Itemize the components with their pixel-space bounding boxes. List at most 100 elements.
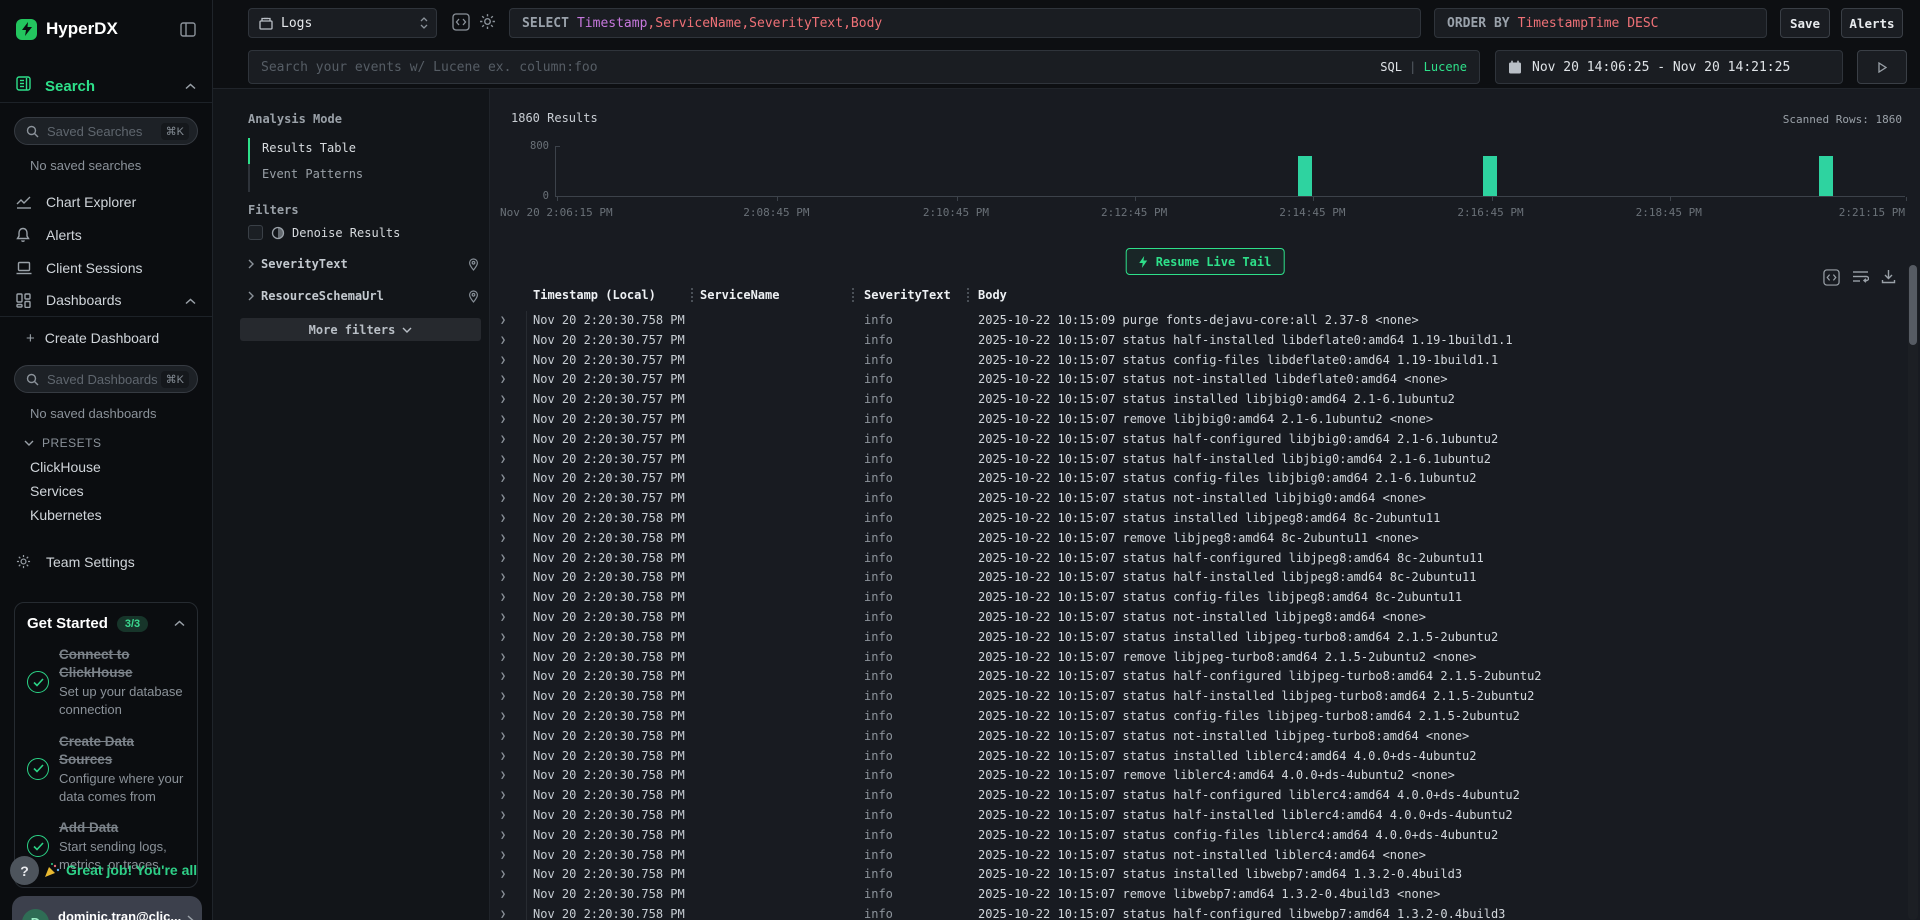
table-row[interactable]: ❯ Nov 20 2:20:30.757 PM info 2025-10-22 … [490,331,1906,351]
mode-event-patterns[interactable]: Event Patterns [262,167,363,181]
time-range-picker[interactable]: Nov 20 14:06:25 - Nov 20 14:21:25 [1495,50,1843,84]
table-row[interactable]: ❯ Nov 20 2:20:30.757 PM info 2025-10-22 … [490,410,1906,430]
table-row[interactable]: ❯ Nov 20 2:20:30.758 PM info 2025-10-22 … [490,786,1906,806]
event-search-box[interactable]: SQL | Lucene [248,50,1480,84]
sidebar-item-dashboards[interactable]: Dashboards [0,284,212,317]
scrollbar-thumb[interactable] [1909,265,1917,345]
table-row[interactable]: ❯ Nov 20 2:20:30.757 PM info 2025-10-22 … [490,489,1906,509]
chart-bar[interactable] [1819,156,1833,196]
col-header-body[interactable]: Body [978,288,1007,302]
table-row[interactable]: ❯ Nov 20 2:20:30.758 PM info 2025-10-22 … [490,727,1906,747]
table-row[interactable]: ❯ Nov 20 2:20:30.758 PM info 2025-10-22 … [490,588,1906,608]
create-dashboard-button[interactable]: + Create Dashboard [0,323,212,353]
table-row[interactable]: ❯ Nov 20 2:20:30.758 PM info 2025-10-22 … [490,509,1906,529]
table-row[interactable]: ❯ Nov 20 2:20:30.758 PM info 2025-10-22 … [490,885,1906,905]
table-row[interactable]: ❯ Nov 20 2:20:30.757 PM info 2025-10-22 … [490,469,1906,489]
row-expand-icon[interactable]: ❯ [500,850,506,861]
table-row[interactable]: ❯ Nov 20 2:20:30.757 PM info 2025-10-22 … [490,450,1906,470]
preset-dashboard-item[interactable]: Services [0,479,212,503]
row-expand-icon[interactable]: ❯ [500,810,506,821]
collapse-sidebar-icon[interactable] [180,22,196,37]
code-view-icon[interactable] [1823,269,1840,286]
lucene-toggle[interactable]: Lucene [1424,60,1467,74]
row-expand-icon[interactable]: ❯ [500,513,506,524]
row-expand-icon[interactable]: ❯ [500,533,506,544]
live-play-button[interactable] [1857,50,1907,84]
code-view-icon[interactable] [452,13,470,31]
user-chip[interactable]: D dominic.tran@clic... dominic.tran@clic… [12,896,202,920]
row-expand-icon[interactable]: ❯ [500,434,506,445]
get-started-step[interactable]: Create Data Sources Configure where your… [27,733,185,806]
table-row[interactable]: ❯ Nov 20 2:20:30.757 PM info 2025-10-22 … [490,430,1906,450]
presets-toggle[interactable]: PRESETS [0,431,212,455]
table-row[interactable]: ❯ Nov 20 2:20:30.758 PM info 2025-10-22 … [490,549,1906,569]
sidebar-item-search[interactable]: Search [0,70,212,103]
resume-live-tail-button[interactable]: Resume Live Tail [1126,248,1285,275]
mode-results-table[interactable]: Results Table [262,141,356,155]
row-expand-icon[interactable]: ❯ [500,731,506,742]
table-row[interactable]: ❯ Nov 20 2:20:30.758 PM info 2025-10-22 … [490,529,1906,549]
settings-gear-icon[interactable] [479,13,496,30]
row-expand-icon[interactable]: ❯ [500,889,506,900]
row-expand-icon[interactable]: ❯ [500,790,506,801]
row-expand-icon[interactable]: ❯ [500,632,506,643]
download-icon[interactable] [1881,269,1896,286]
preset-dashboard-item[interactable]: Kubernetes [0,503,212,527]
wrap-lines-icon[interactable] [1852,269,1869,286]
col-header-servicename[interactable]: ServiceName [700,288,779,302]
vertical-scrollbar[interactable] [1908,265,1918,920]
row-expand-icon[interactable]: ❯ [500,830,506,841]
event-search-input[interactable] [261,60,1370,75]
col-header-timestamp[interactable]: Timestamp (Local) [533,288,656,302]
table-row[interactable]: ❯ Nov 20 2:20:30.758 PM info 2025-10-22 … [490,707,1906,727]
preset-dashboard-item[interactable]: ClickHouse [0,455,212,479]
alerts-button[interactable]: Alerts [1841,8,1903,38]
row-expand-icon[interactable]: ❯ [500,909,506,920]
saved-searches-field[interactable] [47,124,161,139]
chart-bar[interactable] [1483,156,1497,196]
saved-searches-input[interactable]: ⌘K [14,117,198,145]
table-row[interactable]: ❯ Nov 20 2:20:30.758 PM info 2025-10-22 … [490,766,1906,786]
table-row[interactable]: ❯ Nov 20 2:20:30.758 PM info 2025-10-22 … [490,648,1906,668]
column-resize-handle[interactable] [691,288,693,302]
pin-icon[interactable] [468,258,479,271]
row-expand-icon[interactable]: ❯ [500,315,506,326]
table-row[interactable]: ❯ Nov 20 2:20:30.758 PM info 2025-10-22 … [490,846,1906,866]
row-expand-icon[interactable]: ❯ [500,671,506,682]
sidebar-item-team-settings[interactable]: Team Settings [0,545,212,578]
table-row[interactable]: ❯ Nov 20 2:20:30.758 PM info 2025-10-22 … [490,628,1906,648]
table-row[interactable]: ❯ Nov 20 2:20:30.757 PM info 2025-10-22 … [490,390,1906,410]
source-select[interactable]: Logs [248,8,437,38]
column-resize-handle[interactable] [852,288,854,302]
pin-icon[interactable] [468,290,479,303]
chevron-up-icon[interactable] [185,292,196,308]
row-expand-icon[interactable]: ❯ [500,335,506,346]
row-expand-icon[interactable]: ❯ [500,473,506,484]
table-row[interactable]: ❯ Nov 20 2:20:30.757 PM info 2025-10-22 … [490,370,1906,390]
filter-group-resourceschemaurl[interactable]: ResourceSchemaUrl [248,289,479,303]
table-row[interactable]: ❯ Nov 20 2:20:30.758 PM info 2025-10-22 … [490,905,1906,920]
table-row[interactable]: ❯ Nov 20 2:20:30.758 PM info 2025-10-22 … [490,826,1906,846]
chart-bar[interactable] [1298,156,1312,196]
row-expand-icon[interactable]: ❯ [500,751,506,762]
table-row[interactable]: ❯ Nov 20 2:20:30.758 PM info 2025-10-22 … [490,687,1906,707]
chevron-up-icon[interactable] [185,77,196,95]
row-expand-icon[interactable]: ❯ [500,374,506,385]
column-resize-handle[interactable] [967,288,969,302]
order-by-input[interactable]: ORDER BY TimestampTime DESC [1434,8,1767,38]
saved-dashboards-field[interactable] [47,372,161,387]
row-expand-icon[interactable]: ❯ [500,493,506,504]
table-row[interactable]: ❯ Nov 20 2:20:30.758 PM info 2025-10-22 … [490,568,1906,588]
table-row[interactable]: ❯ Nov 20 2:20:30.757 PM info 2025-10-22 … [490,351,1906,371]
sql-toggle[interactable]: SQL [1380,60,1402,74]
chevron-up-icon[interactable] [174,620,185,627]
row-expand-icon[interactable]: ❯ [500,770,506,781]
get-started-step[interactable]: Connect to ClickHouse Set up your databa… [27,646,185,719]
row-expand-icon[interactable]: ❯ [500,454,506,465]
save-button[interactable]: Save [1780,8,1830,38]
col-header-severitytext[interactable]: SeverityText [864,288,951,302]
table-row[interactable]: ❯ Nov 20 2:20:30.758 PM info 2025-10-22 … [490,747,1906,767]
table-row[interactable]: ❯ Nov 20 2:20:30.758 PM info 2025-10-22 … [490,865,1906,885]
filter-group-severitytext[interactable]: SeverityText [248,257,479,271]
row-expand-icon[interactable]: ❯ [500,414,506,425]
